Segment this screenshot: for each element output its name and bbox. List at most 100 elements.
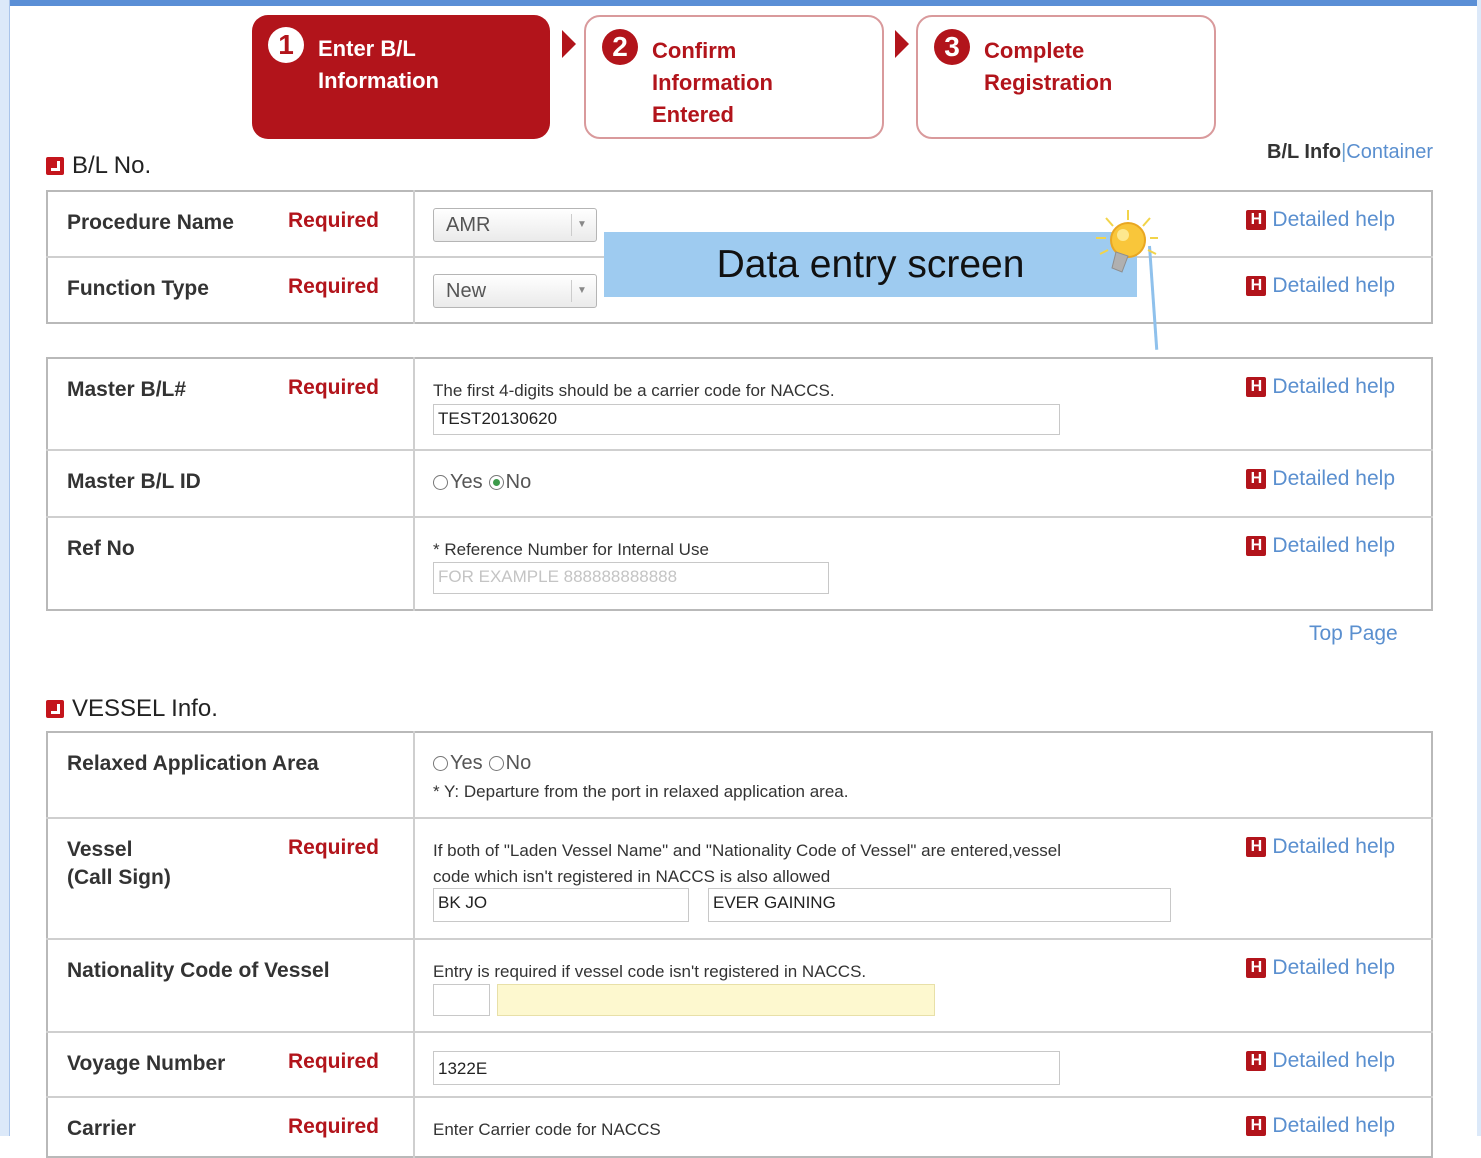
relaxed-note: * Y: Departure from the port in relaxed …: [433, 782, 849, 801]
detailed-help-text: Detailed help: [1272, 208, 1395, 231]
step-3-complete: 3 Complete Registration: [916, 15, 1216, 139]
nav-bl-info[interactable]: B/L Info: [1267, 141, 1341, 163]
detailed-help-link[interactable]: H Detailed help: [1246, 375, 1395, 399]
window-frame-left: [0, 0, 10, 1136]
nationality-note: Entry is required if vessel code isn't r…: [433, 962, 867, 981]
vessel-section-title: VESSEL Info.: [46, 695, 218, 723]
step-3-label: Complete Registration: [984, 38, 1113, 95]
lightbulb-icon: [1096, 210, 1158, 273]
relaxed-yes-radio[interactable]: [433, 756, 448, 771]
function-label-cell: Function Type Required: [47, 257, 415, 323]
detailed-help-text: Detailed help: [1272, 274, 1395, 297]
section-marker-icon: [46, 157, 64, 175]
detailed-help-text: Detailed help: [1272, 467, 1395, 490]
vessel-section-title-text: VESSEL Info.: [72, 695, 218, 722]
help-h-icon: H: [1246, 1116, 1267, 1136]
required-badge: Required: [288, 836, 380, 859]
help-h-icon: H: [1246, 276, 1267, 296]
relaxed-no-radio[interactable]: [488, 756, 504, 771]
function-select[interactable]: New ▼: [433, 274, 597, 308]
step-1-number: 1: [268, 27, 304, 63]
voyage-input[interactable]: 1322E: [433, 1051, 1060, 1085]
master-id-label-cell: Master B/L ID: [47, 450, 415, 518]
step-1-enter-bl: 1 Enter B/L Information: [252, 15, 550, 139]
relaxed-yes-label: Yes: [450, 752, 483, 774]
help-h-icon: H: [1246, 536, 1267, 556]
required-badge: Required: [288, 1050, 380, 1073]
vessel-label: Vessel (Call Sign): [67, 836, 171, 892]
call-sign-input[interactable]: BK JO: [433, 888, 689, 922]
help-h-icon: H: [1246, 210, 1267, 230]
vessel-value-cell: If both of "Laden Vessel Name" and "Nati…: [414, 818, 1432, 940]
relaxed-radio-group: Yes No: [433, 752, 531, 775]
relaxed-label-cell: Relaxed Application Area: [47, 732, 415, 819]
nationality-label-cell: Nationality Code of Vessel: [47, 939, 415, 1033]
detailed-help-link[interactable]: H Detailed help: [1246, 208, 1395, 232]
procedure-label: Procedure Name: [67, 211, 234, 234]
ref-no-input[interactable]: FOR EXAMPLE 888888888888: [433, 562, 829, 594]
carrier-label-cell: Carrier Required: [47, 1097, 415, 1157]
detailed-help-text: Detailed help: [1272, 375, 1395, 398]
detailed-help-link[interactable]: H Detailed help: [1246, 956, 1395, 980]
procedure-label-cell: Procedure Name Required: [47, 191, 415, 258]
relaxed-value-cell: Yes No * Y: Departure from the port in r…: [414, 732, 1432, 819]
ref-no-label-cell: Ref No: [47, 517, 415, 610]
window-frame-top: [0, 0, 1481, 6]
detailed-help-link[interactable]: H Detailed help: [1246, 835, 1395, 859]
required-badge: Required: [288, 209, 380, 232]
bl-section-title-text: B/L No.: [72, 152, 152, 179]
step-arrow-icon: [562, 30, 576, 58]
function-label: Function Type: [67, 277, 209, 300]
detailed-help-link[interactable]: H Detailed help: [1246, 274, 1395, 298]
ref-no-label: Ref No: [67, 537, 135, 560]
vessel-label-line2: (Call Sign): [67, 866, 171, 889]
help-h-icon: H: [1246, 1051, 1267, 1071]
ref-no-row: Ref No * Reference Number for Internal U…: [47, 517, 1432, 610]
voyage-label: Voyage Number: [67, 1052, 226, 1075]
carrier-row: Carrier Required Enter Carrier code for …: [47, 1097, 1432, 1157]
vessel-label-cell: Vessel (Call Sign) Required: [47, 818, 415, 940]
detailed-help-link[interactable]: H Detailed help: [1246, 1049, 1395, 1073]
master-bl-label-cell: Master B/L# Required: [47, 358, 415, 451]
master-id-yes-radio[interactable]: [433, 475, 448, 490]
procedure-select[interactable]: AMR ▼: [433, 208, 597, 242]
master-id-no-radio[interactable]: [488, 475, 504, 490]
voyage-value-cell: 1322E H Detailed help: [414, 1032, 1432, 1098]
nationality-code-input[interactable]: [433, 984, 490, 1016]
required-badge: Required: [288, 1115, 380, 1138]
nationality-name-field: [497, 984, 935, 1016]
nationality-row: Nationality Code of Vessel Entry is requ…: [47, 939, 1432, 1033]
relaxed-no-label: No: [505, 752, 532, 774]
vessel-label-line1: Vessel: [67, 838, 133, 861]
master-bl-row: Master B/L# Required The first 4-digits …: [47, 358, 1432, 451]
detailed-help-text: Detailed help: [1272, 835, 1395, 858]
detailed-help-link[interactable]: H Detailed help: [1246, 534, 1395, 558]
required-badge: Required: [288, 376, 380, 399]
chevron-down-icon[interactable]: ▼: [571, 280, 592, 302]
detailed-help-text: Detailed help: [1272, 1114, 1395, 1137]
bl-table-2: Master B/L# Required The first 4-digits …: [46, 357, 1433, 611]
chevron-down-icon[interactable]: ▼: [571, 214, 592, 236]
master-id-value-cell: Yes No H Detailed help: [414, 450, 1432, 518]
master-id-no-label: No: [505, 471, 532, 493]
nav-container-link[interactable]: Container: [1346, 141, 1433, 163]
vessel-table: Relaxed Application Area Yes No * Y: Dep…: [46, 731, 1433, 1158]
section-marker-icon: [46, 700, 64, 718]
master-bl-input[interactable]: TEST20130620: [433, 404, 1060, 435]
vessel-name-input[interactable]: EVER GAINING: [708, 888, 1171, 922]
carrier-label: Carrier: [67, 1117, 136, 1140]
procedure-select-value: AMR: [446, 214, 491, 236]
detailed-help-link[interactable]: H Detailed help: [1246, 1114, 1395, 1138]
step-arrow-icon: [895, 30, 909, 58]
bl-section-title: B/L No.: [46, 152, 151, 180]
master-bl-label: Master B/L#: [67, 378, 187, 401]
master-id-radio-group: Yes No: [433, 471, 531, 494]
help-h-icon: H: [1246, 469, 1267, 489]
vessel-row: Vessel (Call Sign) Required If both of "L…: [47, 818, 1432, 940]
function-select-value: New: [446, 280, 487, 302]
detailed-help-link[interactable]: H Detailed help: [1246, 467, 1395, 491]
master-bl-note: The first 4-digits should be a carrier c…: [433, 381, 835, 400]
top-page-link[interactable]: Top Page: [1309, 622, 1398, 646]
detailed-help-text: Detailed help: [1272, 956, 1395, 979]
detailed-help-text: Detailed help: [1272, 534, 1395, 557]
